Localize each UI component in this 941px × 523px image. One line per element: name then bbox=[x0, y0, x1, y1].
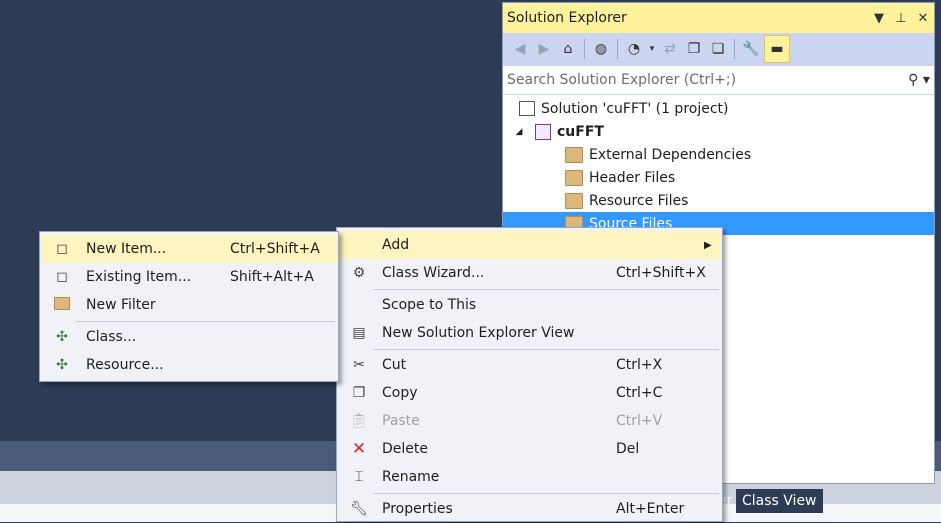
menu-item-shortcut: Ctrl+V bbox=[616, 413, 663, 429]
menu-item-label: Rename bbox=[382, 469, 440, 485]
menu-separator bbox=[76, 321, 335, 322]
menu-item-properties[interactable]: 🔧︎ Properties Alt+Enter bbox=[338, 495, 721, 523]
folder-icon bbox=[565, 146, 583, 163]
collapse-all-icon[interactable]: ❐ bbox=[683, 38, 705, 60]
tree-item-label: Resource Files bbox=[589, 192, 689, 209]
copy-icon: ❐ bbox=[352, 385, 366, 401]
preview-icon[interactable]: ▬ bbox=[764, 35, 790, 63]
menu-item-shortcut: Ctrl+Shift+X bbox=[616, 265, 706, 281]
menu-item-label: New Filter bbox=[86, 297, 156, 313]
menu-item-shortcut: Shift+Alt+A bbox=[230, 269, 314, 285]
toolbar-divider bbox=[617, 39, 618, 59]
pin-icon[interactable]: ⊥ bbox=[890, 11, 912, 26]
home-icon[interactable]: ⌂ bbox=[557, 38, 579, 60]
menu-item-label: Existing Item... bbox=[86, 269, 192, 285]
menu-item-cut[interactable]: ✂ Cut Ctrl+X bbox=[338, 351, 721, 379]
menu-item-new-item[interactable]: ◻ New Item... Ctrl+Shift+A bbox=[41, 235, 337, 263]
folder-icon bbox=[565, 169, 583, 186]
menu-item-label: Class Wizard... bbox=[382, 265, 485, 281]
context-menu: Add ▶ ⚙ Class Wizard... Ctrl+Shift+X Sco… bbox=[336, 227, 723, 522]
menu-item-label: Scope to This bbox=[382, 297, 477, 313]
resource-icon: ✣ bbox=[56, 357, 68, 373]
menu-item-shortcut: Alt+Enter bbox=[616, 501, 685, 517]
menu-item-existing-item[interactable]: ◻ Existing Item... Shift+Alt+A bbox=[41, 263, 337, 291]
tree-item-label: External Dependencies bbox=[589, 146, 752, 163]
sync-icon[interactable]: ⇄ bbox=[659, 38, 681, 60]
wrench-icon: 🔧︎ bbox=[350, 501, 368, 517]
panel-title: Solution Explorer bbox=[507, 10, 627, 26]
menu-item-new-view[interactable]: ▤ New Solution Explorer View bbox=[338, 319, 721, 347]
menu-item-rename[interactable]: ⌶ Rename bbox=[338, 463, 721, 491]
menu-item-scope[interactable]: Scope to This bbox=[338, 291, 721, 319]
tree-item-folder[interactable]: External Dependencies bbox=[503, 143, 934, 166]
class-wizard-icon: ⚙ bbox=[352, 265, 366, 281]
submenu-arrow-icon: ▶ bbox=[704, 239, 712, 251]
existing-item-icon: ◻ bbox=[56, 269, 68, 285]
close-icon[interactable]: ✕ bbox=[912, 11, 934, 26]
menu-item-shortcut: Ctrl+Shift+A bbox=[230, 241, 320, 257]
rename-icon: ⌶ bbox=[354, 469, 364, 485]
menu-separator bbox=[373, 289, 719, 290]
back-icon[interactable]: ◀ bbox=[509, 38, 531, 60]
toolbar-divider bbox=[734, 39, 735, 59]
menu-item-delete[interactable]: ✕ Delete Del bbox=[338, 435, 721, 463]
menu-item-add[interactable]: Add ▶ bbox=[338, 231, 721, 259]
menu-item-new-filter[interactable]: New Filter bbox=[41, 291, 337, 319]
new-view-icon: ▤ bbox=[352, 325, 366, 341]
tree-item-label: cuFFT bbox=[557, 123, 604, 140]
search-icon[interactable]: ⚲ ▾ bbox=[904, 72, 934, 88]
menu-item-copy[interactable]: ❐ Copy Ctrl+C bbox=[338, 379, 721, 407]
menu-item-class[interactable]: ✣ Class... bbox=[41, 323, 337, 351]
menu-item-class-wizard[interactable]: ⚙ Class Wizard... Ctrl+Shift+X bbox=[338, 259, 721, 287]
solution-explorer-titlebar: Solution Explorer ▼ ⊥ ✕ bbox=[503, 3, 934, 33]
scissors-icon: ✂ bbox=[353, 357, 365, 373]
add-submenu: ◻ New Item... Ctrl+Shift+A ◻ Existing It… bbox=[39, 231, 339, 382]
menu-item-label: Class... bbox=[86, 329, 137, 345]
expand-arrow-icon[interactable]: ◢ bbox=[503, 127, 535, 137]
dropdown-icon[interactable]: ▼ bbox=[868, 11, 890, 26]
paste-icon: 📋︎ bbox=[350, 413, 368, 429]
new-filter-icon bbox=[49, 296, 75, 314]
menu-item-shortcut: Ctrl+X bbox=[616, 357, 663, 373]
menu-item-label: Cut bbox=[382, 357, 407, 373]
menu-item-label: New Item... bbox=[86, 241, 167, 257]
tree-item-label: Header Files bbox=[589, 169, 676, 186]
menu-item-label: Properties bbox=[382, 501, 453, 517]
search-box[interactable]: Search Solution Explorer (Ctrl+;) ⚲ ▾ bbox=[503, 65, 934, 95]
menu-item-label: Resource... bbox=[86, 357, 164, 373]
tab-class-view[interactable]: Class View bbox=[736, 489, 823, 513]
search-input[interactable]: Search Solution Explorer (Ctrl+;) bbox=[507, 72, 904, 88]
menu-item-resource[interactable]: ✣ Resource... bbox=[41, 351, 337, 379]
menu-item-label: Copy bbox=[382, 385, 418, 401]
solution-explorer-toolbar: ◀ ▶ ⌂ ◍ ◔ ▾ ⇄ ❐ ❏ 🔧 ▬ bbox=[503, 33, 934, 65]
tree-item-solution[interactable]: Solution 'cuFFT' (1 project) bbox=[503, 97, 934, 120]
class-icon: ✣ bbox=[56, 329, 68, 345]
history-icon[interactable]: ◔ bbox=[623, 38, 645, 60]
folder-icon bbox=[565, 192, 583, 209]
menu-item-label: Add bbox=[382, 237, 410, 253]
new-item-icon: ◻ bbox=[56, 241, 68, 257]
toolbar-divider bbox=[584, 39, 585, 59]
properties-wrench-icon[interactable]: 🔧 bbox=[740, 38, 762, 60]
project-icon bbox=[535, 123, 551, 140]
menu-item-shortcut: Ctrl+C bbox=[616, 385, 663, 401]
menu-item-label: New Solution Explorer View bbox=[382, 325, 575, 341]
delete-icon: ✕ bbox=[351, 439, 367, 459]
show-all-files-icon[interactable]: ❏ bbox=[707, 38, 729, 60]
menu-item-paste[interactable]: 📋︎ Paste Ctrl+V bbox=[338, 407, 721, 435]
chevron-down-icon[interactable]: ▾ bbox=[647, 38, 657, 60]
tree-item-label: Solution 'cuFFT' (1 project) bbox=[541, 100, 729, 117]
tree-item-folder[interactable]: Resource Files bbox=[503, 189, 934, 212]
solution-icon bbox=[519, 101, 535, 116]
menu-separator bbox=[373, 349, 719, 350]
forward-icon[interactable]: ▶ bbox=[533, 38, 555, 60]
menu-item-label: Paste bbox=[382, 413, 420, 429]
tree-item-folder[interactable]: Header Files bbox=[503, 166, 934, 189]
menu-separator bbox=[373, 493, 719, 494]
tree-item-project[interactable]: ◢ cuFFT bbox=[503, 120, 934, 143]
menu-item-shortcut: Del bbox=[616, 441, 640, 457]
menu-item-label: Delete bbox=[382, 441, 428, 457]
globe-icon[interactable]: ◍ bbox=[590, 38, 612, 60]
